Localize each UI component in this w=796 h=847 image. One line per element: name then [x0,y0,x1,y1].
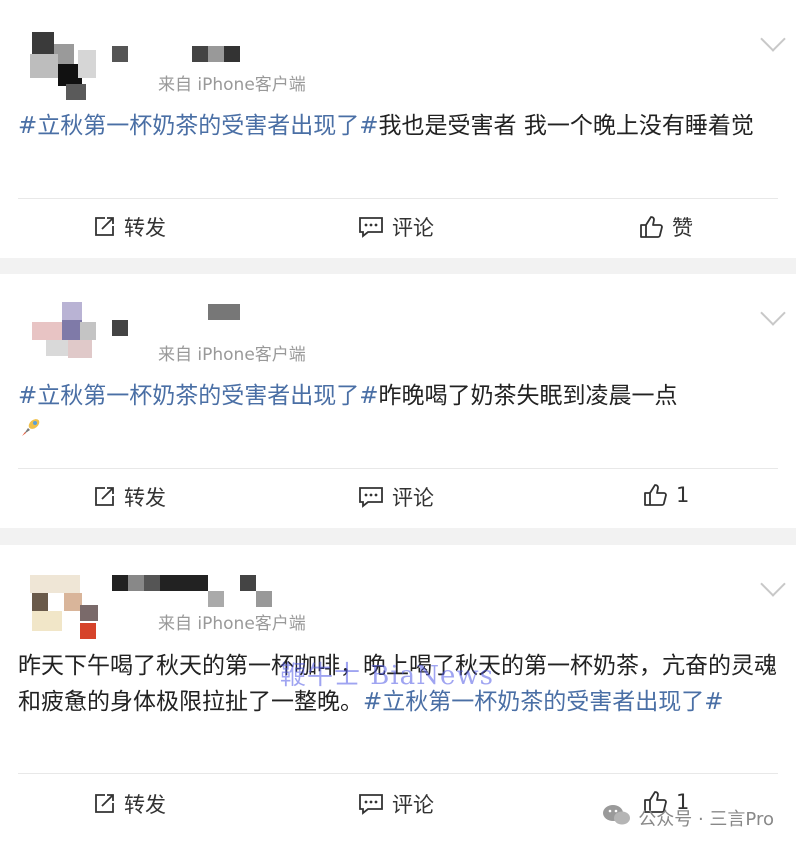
comment-button[interactable]: 评论 [358,482,434,512]
avatar[interactable] [22,302,98,374]
username[interactable] [112,46,262,64]
comment-icon [358,485,384,509]
repost-icon [92,215,116,239]
comment-label: 评论 [392,216,434,240]
divider [18,773,778,774]
repost-icon [92,485,116,509]
repost-label: 转发 [124,793,166,817]
avatar[interactable] [22,30,98,102]
chevron-down-icon[interactable] [760,26,786,52]
divider [18,468,778,469]
post-text: 昨晚喝了奶茶失眠到凌晨一点 [378,383,678,409]
topic-link[interactable]: #立秋第一杯奶茶的受害者出现了# [18,383,379,409]
like-label: 赞 [672,216,693,240]
divider [18,198,778,199]
post-card-3: 来自 iPhone客户端 昨天下午喝了秋天的第一杯咖啡，晚上喝了秋天的第一杯奶茶… [0,545,796,847]
comment-button[interactable]: 评论 [358,212,434,242]
post-source: 来自 iPhone客户端 [158,75,306,95]
post-card-2: 来自 iPhone客户端 #立秋第一杯奶茶的受害者出现了#昨晚喝了奶茶失眠到凌晨… [0,274,796,528]
post-content: #立秋第一杯奶茶的受害者出现了#昨晚喝了奶茶失眠到凌晨一点 [18,378,780,451]
like-count: 1 [676,483,690,507]
rocket-emoji-icon [18,414,44,451]
thumbs-up-icon [642,482,668,508]
chevron-down-icon[interactable] [760,300,786,326]
repost-button[interactable]: 转发 [92,482,166,512]
topic-link[interactable]: #立秋第一杯奶茶的受害者出现了# [363,689,724,715]
chevron-down-icon[interactable] [760,571,786,597]
avatar[interactable] [22,575,98,647]
post-card-1: 来自 iPhone客户端 #立秋第一杯奶茶的受害者出现了#我也是受害者 我一个晚… [0,0,796,258]
repost-icon [92,792,116,816]
topic-link[interactable]: #立秋第一杯奶茶的受害者出现了# [18,113,379,139]
comment-label: 评论 [392,486,434,510]
wechat-icon [602,803,632,832]
post-content: #立秋第一杯奶茶的受害者出现了#我也是受害者 我一个晚上没有睡着觉 [18,108,780,144]
watermark-account-label: 公众号 · 三言Pro [638,808,774,830]
post-source: 来自 iPhone客户端 [158,345,306,365]
post-text: 我也是受害者 我一个晚上没有睡着觉 [378,113,754,139]
watermark-bianews: 鞭牛士 BiaNews [280,661,494,691]
watermark-account: 公众号 · 三言Pro [602,803,774,832]
username[interactable] [112,304,252,344]
comment-icon [358,792,384,816]
like-button[interactable]: 1 [642,482,689,508]
post-source: 来自 iPhone客户端 [158,614,306,634]
repost-label: 转发 [124,486,166,510]
comment-button[interactable]: 评论 [358,789,434,819]
thumbs-up-icon [638,214,664,240]
repost-button[interactable]: 转发 [92,212,166,242]
like-button[interactable]: 赞 [638,212,693,242]
repost-label: 转发 [124,216,166,240]
comment-icon [358,215,384,239]
repost-button[interactable]: 转发 [92,789,166,819]
comment-label: 评论 [392,793,434,817]
